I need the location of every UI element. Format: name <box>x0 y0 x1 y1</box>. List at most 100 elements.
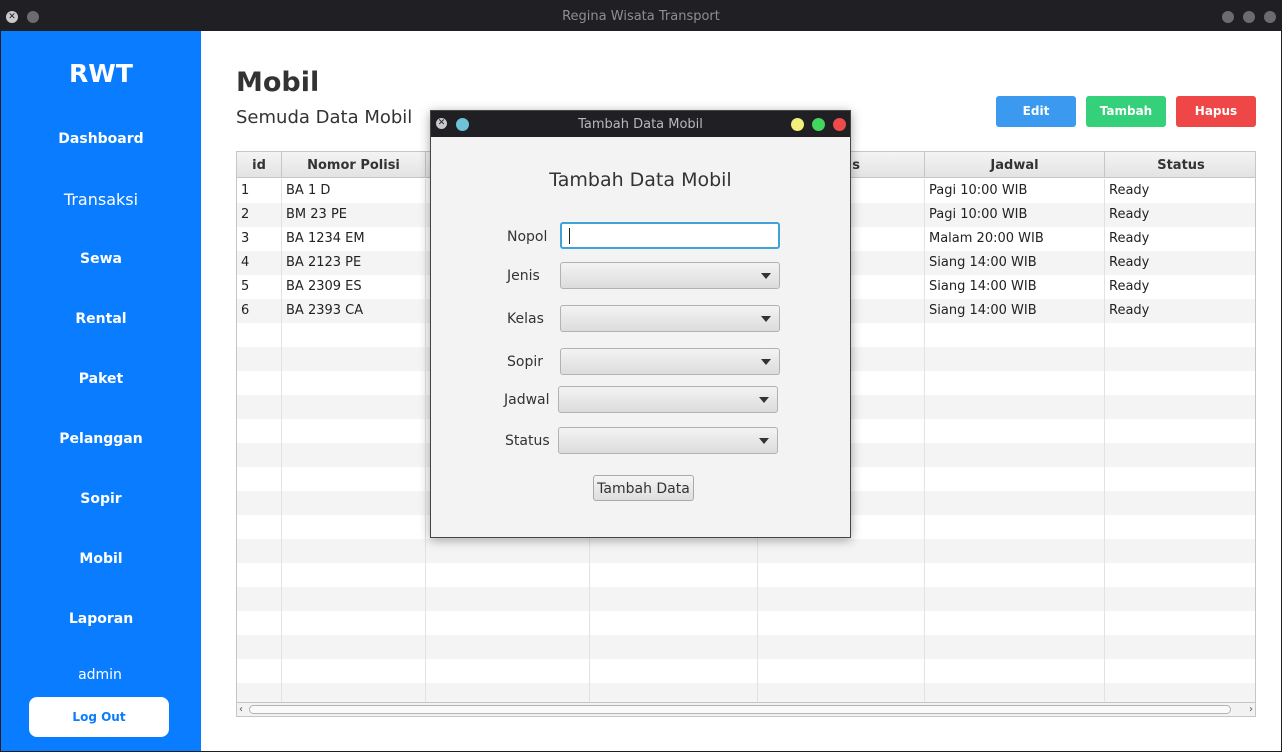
sopir-select[interactable] <box>560 348 780 375</box>
chevron-down-icon <box>761 273 771 279</box>
scrollbar-thumb[interactable] <box>249 705 1231 714</box>
table-cell <box>925 467 1105 491</box>
window-control-3-icon[interactable] <box>1264 11 1276 23</box>
sidebar-item-sewa[interactable]: Sewa <box>1 251 201 267</box>
table-cell <box>426 659 590 683</box>
table-cell <box>237 539 282 563</box>
sidebar-item-transaksi[interactable]: Transaksi <box>1 190 201 209</box>
table-cell <box>758 539 925 563</box>
table-cell <box>925 611 1105 635</box>
sidebar-item-laporan[interactable]: Laporan <box>1 611 201 627</box>
table-cell <box>282 467 426 491</box>
table-cell: 5 <box>237 275 282 299</box>
table-cell <box>237 563 282 587</box>
table-cell <box>590 563 758 587</box>
table-cell <box>1105 419 1255 443</box>
table-cell <box>925 395 1105 419</box>
table-cell: Ready <box>1109 183 1150 198</box>
table-cell <box>237 395 282 419</box>
table-cell <box>237 491 282 515</box>
jenis-label: Jenis <box>507 268 540 284</box>
logout-button[interactable]: Log Out <box>29 697 169 737</box>
close-icon[interactable]: ✕ <box>6 11 18 23</box>
table-cell <box>237 443 282 467</box>
nopol-input[interactable] <box>560 222 780 249</box>
jadwal-select[interactable] <box>558 386 778 413</box>
dialog-close-red-icon[interactable] <box>833 118 846 131</box>
table-cell <box>282 563 426 587</box>
jenis-select[interactable] <box>560 262 780 289</box>
table-cell <box>237 611 282 635</box>
table-cell <box>426 635 590 659</box>
table-cell <box>1105 611 1255 635</box>
table-cell <box>925 443 1105 467</box>
scroll-left-icon[interactable]: ‹ <box>239 703 243 716</box>
dialog-close-icon[interactable]: ✕ <box>436 118 447 129</box>
edit-button[interactable]: Edit <box>996 96 1076 127</box>
table-cell: Ready <box>1109 231 1150 246</box>
table-row[interactable] <box>237 659 1255 683</box>
sidebar-item-sopir[interactable]: Sopir <box>1 491 201 507</box>
window-control-1-icon[interactable] <box>1222 11 1234 23</box>
table-row[interactable] <box>237 611 1255 635</box>
table-cell: Siang 14:00 WIB <box>925 275 1105 299</box>
dialog-maximize-icon[interactable] <box>812 118 825 131</box>
table-cell: 4 <box>237 251 282 275</box>
submit-button[interactable]: Tambah Data <box>593 475 694 501</box>
dialog-minimize-icon[interactable] <box>791 118 804 131</box>
table-cell <box>758 659 925 683</box>
status-select[interactable] <box>558 427 778 454</box>
sidebar-item-pelanggan[interactable]: Pelanggan <box>1 431 201 447</box>
table-cell <box>590 635 758 659</box>
dialog-heading: Tambah Data Mobil <box>549 169 732 191</box>
sidebar-item-mobil[interactable]: Mobil <box>1 551 201 567</box>
table-cell <box>282 659 426 683</box>
table-cell <box>925 563 1105 587</box>
window-control-2-icon[interactable] <box>1243 11 1255 23</box>
table-cell <box>426 563 590 587</box>
chevron-down-icon <box>759 438 769 444</box>
table-cell <box>282 587 426 611</box>
column-header-nopol[interactable]: Nomor Polisi <box>282 152 426 178</box>
add-button[interactable]: Tambah <box>1086 96 1166 127</box>
dialog-pin-icon[interactable] <box>456 118 469 131</box>
table-cell <box>1105 659 1255 683</box>
table-cell <box>237 659 282 683</box>
table-row[interactable] <box>237 539 1255 563</box>
table-cell <box>237 587 282 611</box>
delete-button[interactable]: Hapus <box>1176 96 1256 127</box>
table-cell: BA 2309 ES <box>282 275 426 299</box>
table-cell <box>1105 587 1255 611</box>
table-cell <box>282 395 426 419</box>
table-cell: Pagi 10:00 WIB <box>925 179 1105 203</box>
table-row[interactable] <box>237 563 1255 587</box>
table-cell: Siang 14:00 WIB <box>925 299 1105 323</box>
kelas-select[interactable] <box>560 305 780 332</box>
table-cell <box>282 611 426 635</box>
table-row[interactable] <box>237 635 1255 659</box>
table-cell: BA 2393 CA <box>282 299 426 323</box>
table-cell <box>925 635 1105 659</box>
column-header-jadwal[interactable]: Jadwal <box>925 152 1105 178</box>
sidebar-item-dashboard[interactable]: Dashboard <box>1 131 201 147</box>
column-header-status[interactable]: Status <box>1105 152 1255 178</box>
table-cell: 1 <box>237 179 282 203</box>
table-cell: 6 <box>237 299 282 323</box>
table-cell: 3 <box>237 227 282 251</box>
table-cell <box>282 347 426 371</box>
table-cell <box>590 587 758 611</box>
column-header-id[interactable]: id <box>237 152 282 178</box>
table-cell <box>758 563 925 587</box>
table-cell: Siang 14:00 WIB <box>925 251 1105 275</box>
table-cell: 2 <box>237 203 282 227</box>
sidebar-item-rental[interactable]: Rental <box>1 311 201 327</box>
table-cell: BA 2123 PE <box>282 251 426 275</box>
minimize-icon[interactable] <box>27 11 39 23</box>
table-cell: Ready <box>1109 207 1150 222</box>
horizontal-scrollbar[interactable]: ‹ › <box>236 702 1256 717</box>
scroll-right-icon[interactable]: › <box>1249 703 1253 716</box>
brand-logo: RWT <box>69 59 133 88</box>
sidebar-item-paket[interactable]: Paket <box>1 371 201 387</box>
dialog-window-title: Tambah Data Mobil <box>578 117 703 132</box>
table-row[interactable] <box>237 587 1255 611</box>
